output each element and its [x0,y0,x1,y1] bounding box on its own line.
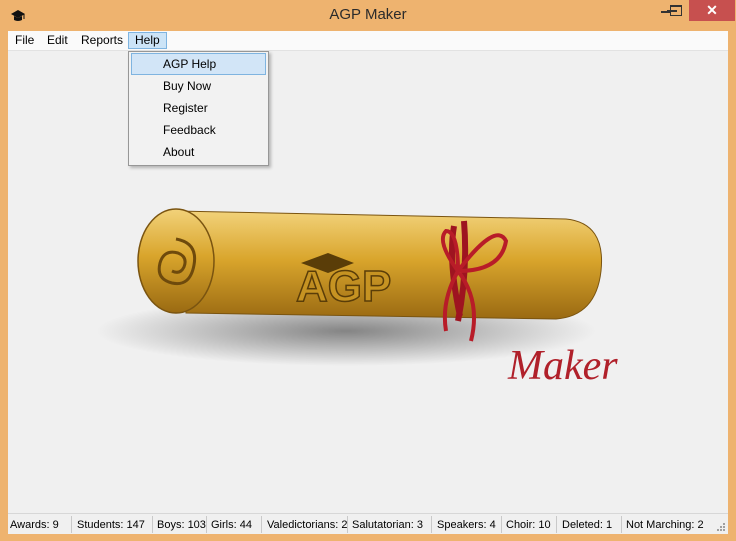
status-bar: Awards: 9 Students: 147 Boys: 103 Girls:… [8,513,728,534]
menu-item-buy-now[interactable]: Buy Now [131,75,266,97]
status-separator [347,516,348,533]
status-salutatorian: Salutatorian: 3 [352,519,423,531]
maximize-control[interactable] [664,0,688,21]
agp-maker-logo: AGP Maker [96,208,618,389]
window-title: AGP Maker [329,6,407,23]
status-separator [152,516,153,533]
menu-bar: File Edit Reports Help [8,31,728,51]
status-speakers: Speakers: 4 [437,519,496,531]
status-separator [621,516,622,533]
status-girls: Girls: 44 [211,519,252,531]
status-students: Students: 147 [77,519,145,531]
menu-help[interactable]: Help [128,32,167,49]
menu-reports[interactable]: Reports [75,32,129,49]
logo-brand-text: AGP [296,262,391,311]
close-button[interactable]: ✕ [689,0,735,21]
resize-grip-icon[interactable] [716,522,726,532]
title-bar[interactable]: AGP Maker [0,0,736,31]
menu-item-agp-help[interactable]: AGP Help [131,53,266,75]
maximize-icon [670,5,682,16]
status-separator [501,516,502,533]
menu-file[interactable]: File [9,32,40,49]
status-boys: Boys: 103 [157,519,206,531]
close-icon: ✕ [706,2,718,18]
status-deleted: Deleted: 1 [562,519,613,531]
status-choir: Choir: 10 [506,519,551,531]
app-window: AGP Maker ✕ File Edit Reports Help AGP M… [0,0,736,541]
status-separator [206,516,207,533]
client-area: File Edit Reports Help AGP Maker Awards:… [8,31,728,534]
status-separator [261,516,262,533]
status-separator [71,516,72,533]
menu-item-about[interactable]: About [131,141,266,163]
status-awards: Awards: 9 [10,519,59,531]
logo-maker-text: Maker [507,343,618,389]
menu-item-register[interactable]: Register [131,97,266,119]
status-valedictorians: Valedictorians: 2 [267,519,348,531]
status-separator [556,516,557,533]
menu-item-feedback[interactable]: Feedback [131,119,266,141]
menu-edit[interactable]: Edit [41,32,74,49]
status-not-marching: Not Marching: 2 [626,519,704,531]
help-dropdown-menu: AGP Help Buy Now Register Feedback About [128,51,269,166]
status-separator [431,516,432,533]
